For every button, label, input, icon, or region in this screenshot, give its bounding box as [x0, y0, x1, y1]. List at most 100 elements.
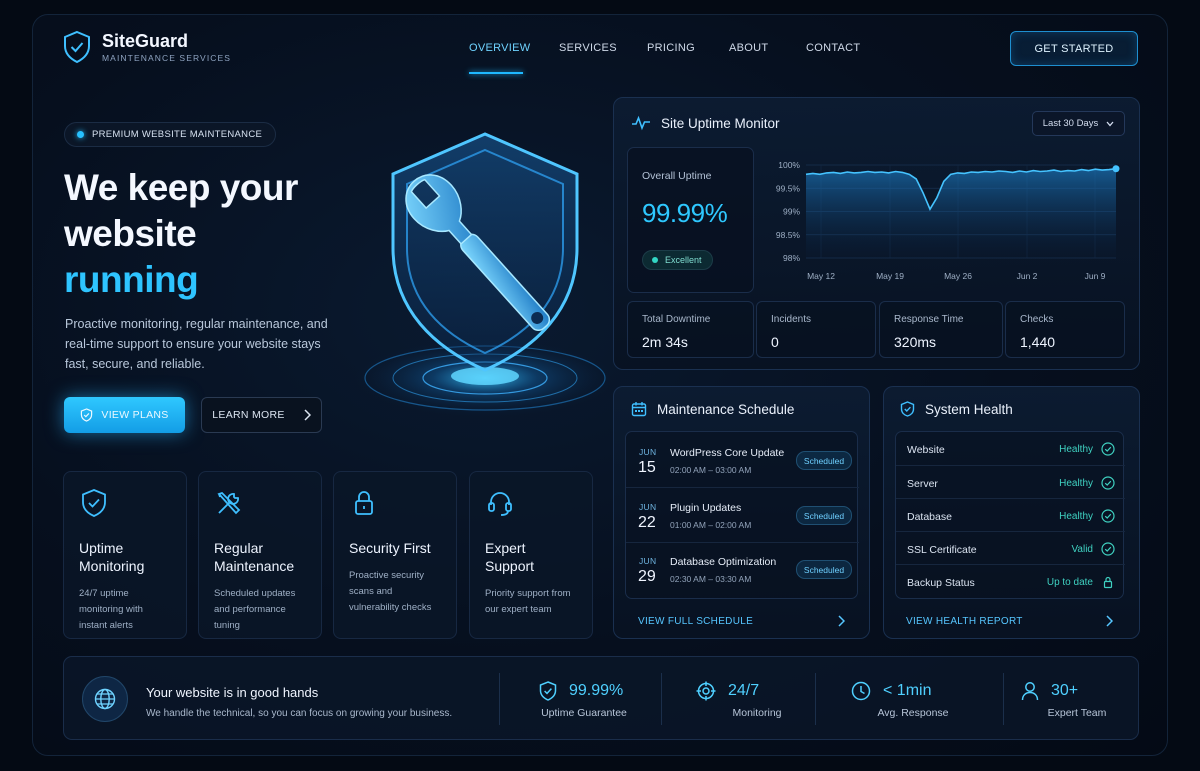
banner-stat-team: 30+ Expert Team — [1015, 681, 1125, 719]
status-badge: Excellent — [642, 250, 713, 270]
feature-card-uptime[interactable]: Uptime Monitoring 24/7 uptime monitoring… — [63, 471, 187, 639]
y-tick-label: 100% — [778, 160, 800, 170]
banner-stat-value: 24/7 — [728, 682, 760, 699]
health-list: Website Healthy Server Healthy Database … — [895, 431, 1125, 599]
nav-contact[interactable]: CONTACT — [806, 42, 860, 54]
schedule-item[interactable]: JUN 15 WordPress Core Update 02:00 AM – … — [626, 432, 859, 487]
health-status: Healthy — [1059, 478, 1093, 489]
health-name: Database — [907, 511, 952, 523]
health-name: Website — [907, 444, 945, 456]
shield-wrench-illustration — [355, 132, 610, 416]
stat-incidents: Incidents 0 — [756, 301, 876, 358]
feature-desc: Proactive security scans and vulnerabili… — [349, 570, 432, 613]
shield-check-icon — [539, 681, 557, 701]
feature-desc: 24/7 uptime monitoring with instant aler… — [79, 588, 143, 631]
x-tick-label: May 19 — [876, 271, 904, 281]
nav-active-indicator — [469, 72, 523, 74]
health-row-ssl: SSL Certificate Valid — [896, 531, 1125, 564]
banner-stat-value: < 1min — [883, 682, 932, 699]
globe-icon — [82, 676, 128, 722]
nav-overview[interactable]: OVERVIEW — [469, 42, 531, 54]
date-range-select[interactable]: Last 30 Days — [1032, 111, 1125, 136]
view-full-schedule-link[interactable]: VIEW FULL SCHEDULE — [638, 616, 753, 627]
shield-check-icon — [64, 30, 90, 64]
health-status: Healthy — [1059, 511, 1093, 522]
hero-description: Proactive monitoring, regular maintenanc… — [65, 317, 328, 371]
stat-label: Total Downtime — [642, 314, 711, 325]
schedule-status-badge: Scheduled — [796, 506, 852, 525]
stat-value: 320ms — [894, 334, 937, 350]
divider — [1003, 673, 1004, 725]
calendar-icon — [631, 402, 647, 417]
banner-stat-label: Expert Team — [1047, 707, 1107, 719]
chevron-right-icon[interactable] — [1105, 615, 1113, 627]
x-tick-label: May 26 — [944, 271, 972, 281]
nav-services[interactable]: SERVICES — [559, 42, 617, 54]
schedule-time: 02:00 AM – 03:00 AM — [670, 465, 752, 475]
system-health-header: System Health — [900, 401, 1013, 417]
feature-card-security[interactable]: Security First Proactive security scans … — [333, 471, 457, 639]
health-status: Up to date — [1046, 577, 1093, 588]
schedule-item[interactable]: JUN 22 Plugin Updates 01:00 AM – 02:00 A… — [626, 487, 859, 542]
feature-title: Security First — [349, 540, 431, 556]
view-plans-button[interactable]: VIEW PLANS — [64, 397, 185, 433]
banner-stat-label: Uptime Guarantee — [541, 707, 627, 719]
nav-pricing[interactable]: PRICING — [647, 42, 695, 54]
banner-title: Your website is in good hands — [146, 685, 319, 700]
clock-icon — [851, 681, 871, 701]
feature-card-maintenance[interactable]: Regular Maintenance Scheduled updates an… — [198, 471, 322, 639]
headset-icon — [488, 492, 512, 516]
x-tick-label: May 12 — [807, 271, 835, 281]
uptime-latest-point — [1112, 165, 1120, 173]
headline-accent: running — [64, 259, 199, 300]
banner-stat-monitoring: 24/7 Monitoring — [696, 681, 806, 719]
stat-response-time: Response Time 320ms — [879, 301, 1003, 358]
chevron-down-icon — [1106, 121, 1114, 126]
brand[interactable]: SiteGuard MAINTENANCE SERVICES — [62, 30, 231, 64]
view-plans-label: VIEW PLANS — [101, 409, 169, 421]
overall-uptime-label: Overall Uptime — [642, 170, 712, 182]
overall-uptime-value: 99.99% — [642, 198, 728, 228]
uptime-area — [806, 168, 1116, 258]
system-health-title: System Health — [925, 401, 1013, 417]
banner-stat-label: Avg. Response — [877, 707, 949, 719]
schedule-status-badge: Scheduled — [796, 560, 852, 579]
schedule-day: 22 — [638, 514, 656, 531]
schedule-month: JUN — [639, 556, 657, 566]
check-circle-icon — [1101, 442, 1115, 456]
check-circle-icon — [1101, 542, 1115, 556]
stat-label: Checks — [1020, 314, 1054, 325]
y-tick-label: 99.5% — [776, 183, 801, 193]
health-name: SSL Certificate — [907, 544, 977, 556]
view-health-report-link[interactable]: VIEW HEALTH REPORT — [906, 616, 1023, 627]
stat-value: 2m 34s — [642, 334, 688, 350]
banner-stat-value: 99.99% — [569, 682, 624, 699]
crosshair-icon — [696, 681, 716, 701]
hero-headline: We keep your website running — [64, 165, 298, 303]
schedule-title: Database Optimization — [670, 556, 777, 568]
shield-check-icon — [82, 489, 106, 517]
health-row-website: Website Healthy — [896, 432, 1125, 465]
x-tick-label: Jun 9 — [1085, 271, 1106, 281]
feature-desc: Priority support from our expert team — [485, 588, 571, 615]
brand-tagline: MAINTENANCE SERVICES — [102, 53, 232, 63]
user-icon — [1021, 682, 1039, 701]
nav-about[interactable]: ABOUT — [729, 42, 768, 54]
health-row-backup: Backup Status Up to date — [896, 564, 1125, 599]
get-started-button[interactable]: GET STARTED — [1010, 31, 1138, 66]
feature-card-support[interactable]: Expert Support Priority support from our… — [469, 471, 593, 639]
schedule-status-badge: Scheduled — [796, 451, 852, 470]
y-tick-label: 99% — [783, 207, 800, 217]
schedule-item[interactable]: JUN 29 Database Optimization 02:30 AM – … — [626, 542, 859, 599]
pulse-icon — [632, 115, 650, 131]
banner-stat-uptime: 99.99% Uptime Guarantee — [539, 681, 629, 719]
feature-title: Expert Support — [485, 540, 535, 574]
check-circle-icon — [1101, 476, 1115, 490]
brand-name: SiteGuard — [102, 31, 189, 51]
learn-more-button[interactable]: LEARN MORE — [201, 397, 322, 433]
tools-icon — [217, 491, 241, 515]
health-status: Healthy — [1059, 444, 1093, 455]
chevron-right-icon[interactable] — [837, 615, 845, 627]
check-circle-icon — [1101, 509, 1115, 523]
health-name: Backup Status — [907, 577, 975, 589]
